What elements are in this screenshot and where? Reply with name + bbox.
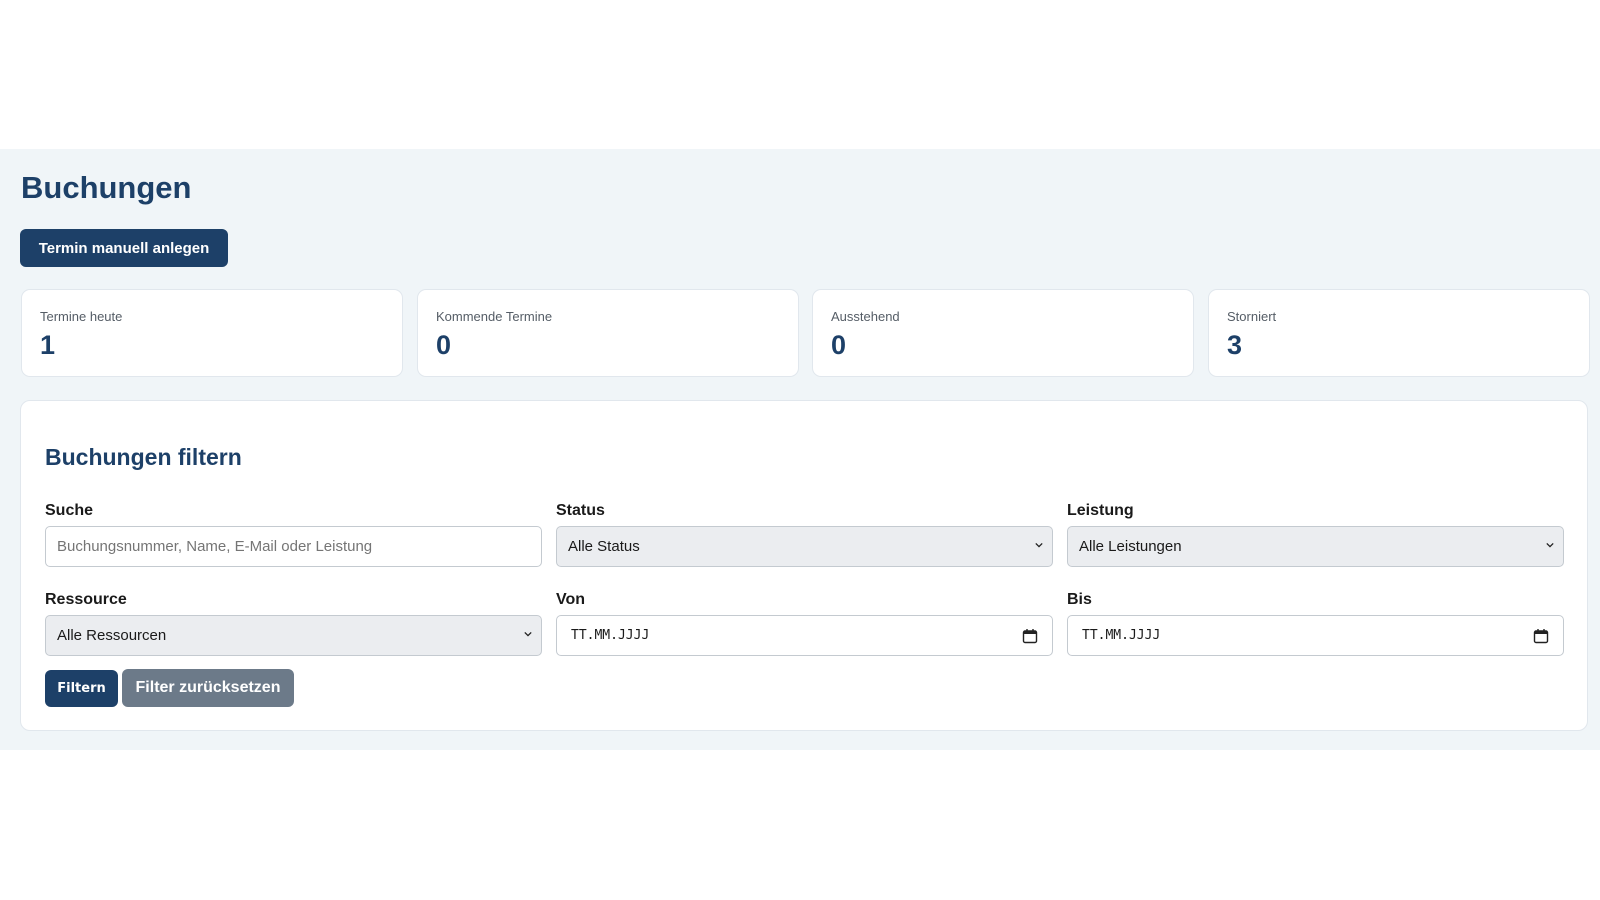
- search-placeholder: Buchungsnummer, Name, E-Mail oder Leistu…: [57, 538, 373, 555]
- stat-card-today: Termine heute 1: [21, 289, 403, 377]
- calendar-icon[interactable]: [1533, 628, 1549, 644]
- service-select-value: Alle Leistungen: [1079, 538, 1182, 555]
- calendar-icon[interactable]: [1022, 628, 1038, 644]
- to-date-label: Bis: [1067, 591, 1092, 608]
- filter-reset-button[interactable]: Filter zurücksetzen: [122, 669, 294, 707]
- stat-card-cancelled: Storniert 3: [1208, 289, 1590, 377]
- stat-label: Termine heute: [40, 309, 123, 324]
- from-date-value: TT.MM.JJJJ: [571, 628, 650, 643]
- service-select[interactable]: Alle Leistungen: [1067, 526, 1564, 567]
- to-date-value: TT.MM.JJJJ: [1082, 628, 1161, 643]
- to-date-input[interactable]: TT.MM.JJJJ: [1067, 615, 1564, 656]
- stat-card-upcoming: Kommende Termine 0: [417, 289, 799, 377]
- filter-title: Buchungen filtern: [45, 444, 242, 470]
- stat-label: Kommende Termine: [436, 309, 553, 324]
- service-label: Leistung: [1067, 502, 1134, 519]
- create-appointment-button[interactable]: Termin manuell anlegen: [20, 229, 228, 267]
- search-input[interactable]: Buchungsnummer, Name, E-Mail oder Leistu…: [45, 526, 542, 567]
- chevron-down-icon: [1546, 542, 1554, 548]
- from-date-label: Von: [556, 591, 586, 608]
- chevron-down-icon: [524, 631, 532, 637]
- filter-submit-button[interactable]: Filtern: [45, 670, 118, 707]
- resource-select[interactable]: Alle Ressourcen: [45, 615, 542, 656]
- from-date-input[interactable]: TT.MM.JJJJ: [556, 615, 1053, 656]
- status-select[interactable]: Alle Status: [556, 526, 1053, 567]
- search-label: Suche: [45, 502, 94, 519]
- stat-value: 0: [831, 330, 847, 360]
- stat-label: Storniert: [1227, 309, 1277, 324]
- stat-value: 3: [1227, 330, 1243, 360]
- stat-label: Ausstehend: [831, 309, 900, 324]
- resource-label: Ressource: [45, 591, 127, 608]
- resource-select-value: Alle Ressourcen: [57, 627, 167, 644]
- status-label: Status: [556, 502, 605, 519]
- chevron-down-icon: [1035, 542, 1043, 548]
- status-select-value: Alle Status: [568, 538, 640, 555]
- stat-value: 0: [436, 330, 452, 360]
- page-title: Buchungen: [21, 170, 192, 205]
- stat-card-pending: Ausstehend 0: [812, 289, 1194, 377]
- stat-value: 1: [40, 330, 56, 360]
